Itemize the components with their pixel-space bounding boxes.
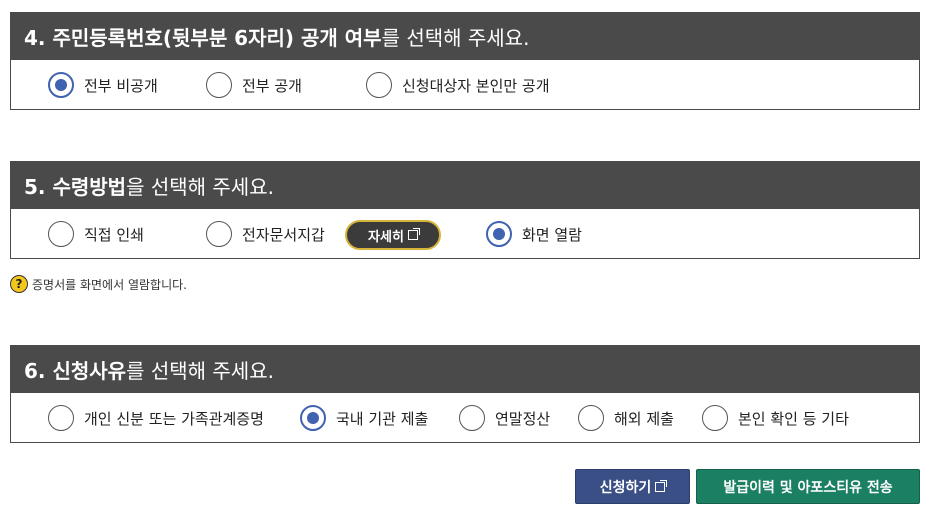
section-4-options: 전부 비공개 전부 공개 신청대상자 본인만 공개 bbox=[10, 60, 920, 110]
radio-button[interactable] bbox=[48, 405, 74, 431]
option-label: 연말정산 bbox=[495, 409, 551, 428]
option-label: 직접 인쇄 bbox=[84, 225, 144, 244]
radio-option-identity-family[interactable]: 개인 신분 또는 가족관계증명 bbox=[48, 393, 264, 443]
info-note: ? 증명서를 화면에서 열람합니다. bbox=[10, 275, 187, 293]
info-note-text: 증명서를 화면에서 열람합니다. bbox=[32, 277, 187, 292]
history-button-label: 발급이력 및 아포스티유 전송 bbox=[723, 479, 893, 496]
option-label: 화면 열람 bbox=[522, 225, 582, 244]
option-label: 전부 비공개 bbox=[84, 76, 158, 95]
radio-button-selected[interactable] bbox=[48, 72, 74, 98]
section-receipt-method: 5. 수령방법 을 선택해 주세요. 직접 인쇄 전자문서지갑 자세히 화면 열람 bbox=[10, 161, 920, 259]
apply-button-label: 신청하기 bbox=[599, 479, 652, 496]
radio-button[interactable] bbox=[702, 405, 728, 431]
details-button-label: 자세히 bbox=[368, 229, 404, 245]
radio-option-self-only[interactable]: 신청대상자 본인만 공개 bbox=[366, 60, 550, 110]
external-link-icon bbox=[407, 228, 420, 240]
radio-button-selected[interactable] bbox=[486, 221, 512, 247]
question-icon: ? bbox=[10, 275, 28, 293]
radio-option-other[interactable]: 본인 확인 등 기타 bbox=[702, 393, 849, 443]
option-label: 전부 공개 bbox=[242, 76, 302, 95]
radio-button[interactable] bbox=[48, 221, 74, 247]
section-rrn-disclosure: 4. 주민등록번호(뒷부분 6자리) 공개 여부 를 선택해 주세요. 전부 비공… bbox=[10, 12, 920, 110]
radio-button[interactable] bbox=[578, 405, 604, 431]
radio-option-all-private[interactable]: 전부 비공개 bbox=[48, 60, 158, 110]
section-4-title-rest: 를 선택해 주세요. bbox=[381, 25, 530, 50]
section-application-reason: 6. 신청사유 를 선택해 주세요. 개인 신분 또는 가족관계증명 국내 기관 … bbox=[10, 345, 920, 443]
radio-option-overseas[interactable]: 해외 제출 bbox=[578, 393, 674, 443]
radio-option-e-wallet[interactable]: 전자문서지갑 bbox=[206, 209, 325, 259]
section-6-header: 6. 신청사유 를 선택해 주세요. bbox=[10, 345, 920, 393]
external-link-icon bbox=[655, 479, 668, 492]
radio-option-screen-view[interactable]: 화면 열람 bbox=[486, 209, 582, 259]
section-5-header: 5. 수령방법 을 선택해 주세요. bbox=[10, 161, 920, 209]
option-label: 전자문서지갑 bbox=[242, 225, 325, 244]
option-label: 국내 기관 제출 bbox=[336, 409, 429, 428]
section-6-options: 개인 신분 또는 가족관계증명 국내 기관 제출 연말정산 해외 제출 본인 확… bbox=[10, 393, 920, 443]
section-5-title-strong: 5. 수령방법 bbox=[24, 174, 127, 199]
option-label: 개인 신분 또는 가족관계증명 bbox=[84, 409, 264, 428]
option-label: 신청대상자 본인만 공개 bbox=[402, 76, 550, 95]
section-6-title-rest: 를 선택해 주세요. bbox=[126, 358, 274, 383]
section-4-title-strong: 4. 주민등록번호(뒷부분 6자리) 공개 여부 bbox=[24, 25, 382, 50]
radio-option-print[interactable]: 직접 인쇄 bbox=[48, 209, 144, 259]
issue-history-apostille-button[interactable]: 발급이력 및 아포스티유 전송 bbox=[696, 469, 920, 504]
radio-button[interactable] bbox=[459, 405, 485, 431]
apply-button[interactable]: 신청하기 bbox=[575, 469, 690, 504]
section-5-options: 직접 인쇄 전자문서지갑 자세히 화면 열람 bbox=[10, 209, 920, 259]
option-label: 본인 확인 등 기타 bbox=[738, 409, 849, 428]
section-4-header: 4. 주민등록번호(뒷부분 6자리) 공개 여부 를 선택해 주세요. bbox=[10, 12, 920, 60]
radio-button[interactable] bbox=[366, 72, 392, 98]
details-button[interactable]: 자세히 bbox=[345, 220, 441, 250]
section-5-title-rest: 을 선택해 주세요. bbox=[126, 174, 274, 199]
radio-option-all-public[interactable]: 전부 공개 bbox=[206, 60, 302, 110]
radio-option-domestic-agency[interactable]: 국내 기관 제출 bbox=[300, 393, 428, 443]
option-label: 해외 제출 bbox=[614, 409, 674, 428]
section-6-title-strong: 6. 신청사유 bbox=[24, 358, 127, 383]
radio-button[interactable] bbox=[206, 72, 232, 98]
radio-button-selected[interactable] bbox=[300, 405, 326, 431]
radio-option-year-end-tax[interactable]: 연말정산 bbox=[459, 393, 550, 443]
radio-button[interactable] bbox=[206, 221, 232, 247]
